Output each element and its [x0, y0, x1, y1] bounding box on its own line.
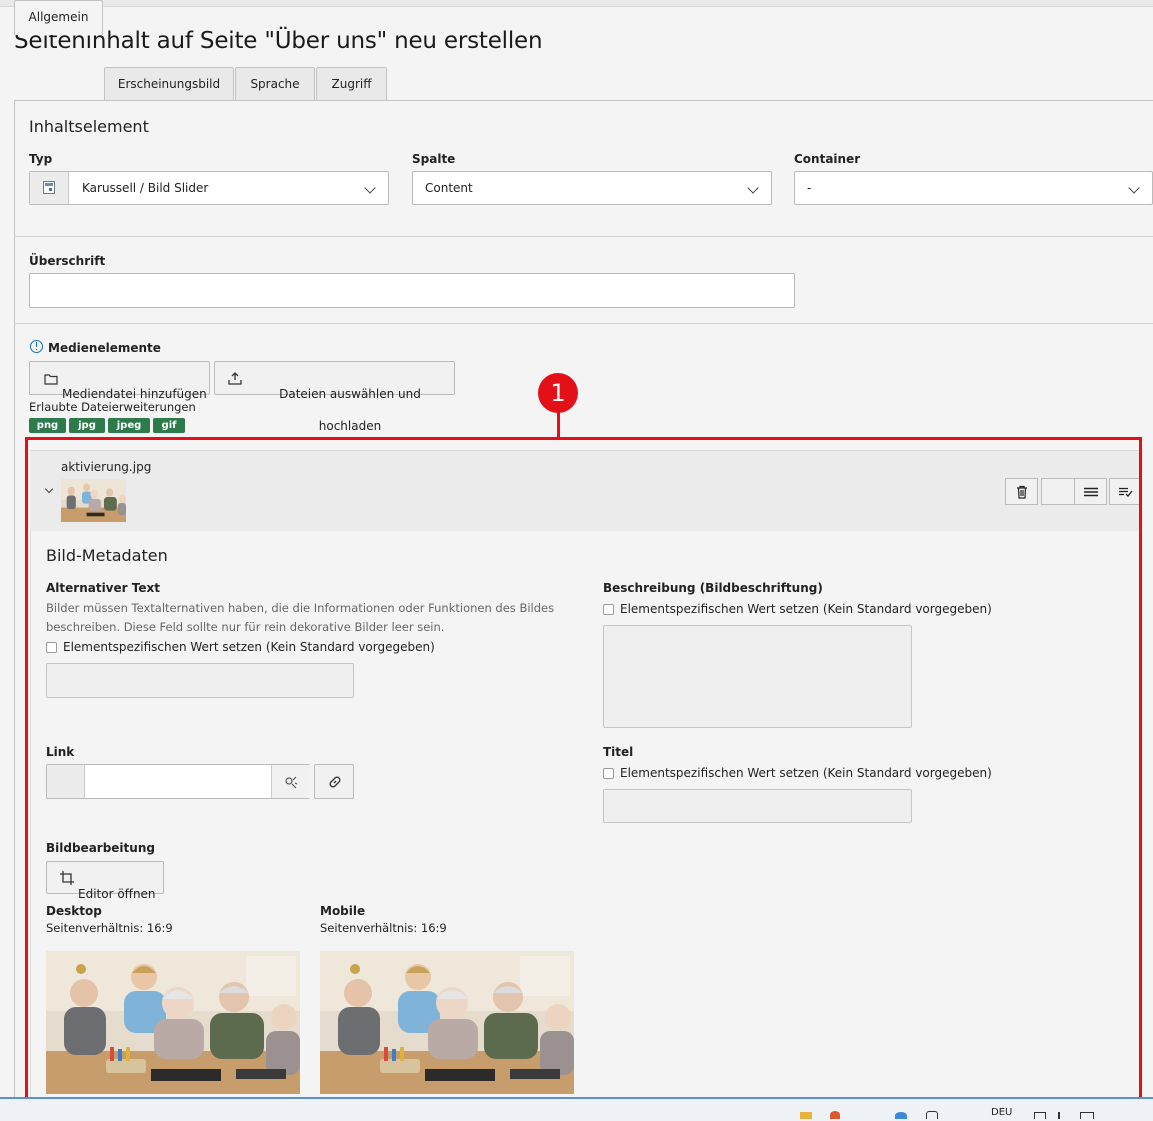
trash-icon	[1017, 485, 1027, 499]
extension-badge-png: png	[29, 418, 66, 433]
tab-erscheinungsbild[interactable]: Erscheinungsbild	[104, 67, 234, 100]
annotation-connector	[557, 410, 560, 438]
heading-label: Überschrift	[29, 254, 106, 268]
typ-icon-box	[30, 172, 69, 204]
open-editor-button[interactable]: Editor öffnen	[46, 861, 164, 901]
extension-badge-jpg: jpg	[69, 418, 105, 433]
caption-override-label: Elementspezifischen Wert setzen (Kein St…	[620, 602, 992, 616]
display-icon[interactable]	[1034, 1112, 1046, 1119]
heading-input[interactable]	[29, 273, 795, 308]
info-icon	[30, 340, 43, 353]
titel-label: Titel	[603, 745, 634, 759]
titel-override-checkbox[interactable]	[603, 768, 614, 779]
typ-label: Typ	[29, 152, 53, 166]
titel-input[interactable]	[603, 789, 912, 823]
caption-label: Beschreibung (Bildbeschriftung)	[603, 581, 823, 595]
network-icon[interactable]	[1080, 1112, 1094, 1119]
link-label: Link	[46, 745, 75, 759]
upload-files-button[interactable]: Dateien auswählen und hochladen	[214, 361, 455, 433]
chevron-down-icon	[364, 182, 376, 194]
titel-override-label: Elementspezifischen Wert setzen (Kein St…	[620, 766, 992, 780]
top-bar	[0, 0, 1153, 7]
spalte-select[interactable]: Content	[412, 171, 772, 205]
link-field[interactable]	[46, 764, 310, 799]
keyboard-language[interactable]: DEU	[991, 1107, 1012, 1118]
spalte-select-value: Content	[425, 181, 473, 195]
chat-icon[interactable]	[926, 1111, 938, 1119]
panel-border	[14, 100, 15, 1100]
mobile-crop-preview	[320, 951, 574, 1094]
caption-override[interactable]: Elementspezifischen Wert setzen (Kein St…	[603, 602, 992, 616]
link-icon	[329, 776, 341, 788]
alt-text-override-checkbox[interactable]	[46, 642, 57, 653]
carousel-icon	[43, 181, 55, 194]
divider	[14, 323, 1153, 324]
tab-divider	[14, 100, 1153, 101]
metadata-title: Bild-Metadaten	[46, 546, 168, 565]
typ-select-value: Karussell / Bild Slider	[82, 181, 209, 195]
extension-badge-jpeg: jpeg	[108, 418, 150, 433]
spalte-label: Spalte	[412, 152, 456, 166]
alt-text-label: Alternativer Text	[46, 581, 160, 595]
extension-badge-gif: gif	[153, 418, 185, 433]
chevron-down-icon	[747, 182, 759, 194]
link-clear-button[interactable]	[271, 765, 310, 798]
section-title-inhaltselement: Inhaltselement	[29, 117, 149, 136]
alt-text-input[interactable]	[46, 663, 354, 698]
container-label: Container	[794, 152, 861, 166]
link-browser-button[interactable]	[314, 764, 354, 799]
add-media-button[interactable]: Mediendatei hinzufügen	[29, 361, 210, 401]
folder-icon	[44, 374, 58, 385]
container-select[interactable]: -	[794, 171, 1153, 205]
info-toggle-button[interactable]	[1109, 478, 1140, 505]
file-reference-header[interactable]: aktivierung.jpg	[30, 450, 1140, 532]
crop-icon	[60, 871, 74, 885]
chevron-down-icon[interactable]	[44, 484, 54, 494]
alt-text-override-label: Elementspezifischen Wert setzen (Kein St…	[63, 640, 435, 654]
tab-zugriff[interactable]: Zugriff	[316, 67, 387, 100]
desktop-label: Desktop	[46, 904, 102, 918]
link-off-icon	[285, 776, 298, 789]
link-addon	[47, 765, 85, 798]
speaker-icon[interactable]	[1058, 1112, 1069, 1119]
media-label: Medienelemente	[48, 341, 161, 355]
chevron-down-icon	[1128, 182, 1140, 194]
taskbar	[0, 1097, 1153, 1121]
file-name: aktivierung.jpg	[61, 460, 152, 474]
annotation-marker: 1	[538, 373, 578, 413]
delete-button[interactable]	[1005, 478, 1038, 505]
allowed-extensions-label: Erlaubte Dateierweiterungen	[29, 400, 196, 414]
browser-icon[interactable]	[895, 1112, 907, 1119]
bars-icon	[1084, 487, 1098, 497]
mobile-ratio: Seitenverhältnis: 16:9	[320, 921, 447, 935]
caption-textarea[interactable]	[603, 625, 912, 728]
upload-icon	[228, 372, 242, 385]
alt-text-description: Bilder müssen Textalternativen haben, di…	[46, 601, 555, 634]
image-editing-label: Bildbearbeitung	[46, 841, 155, 855]
mobile-label: Mobile	[320, 904, 366, 918]
upload-files-button-label: Dateien auswählen und hochladen	[279, 387, 421, 433]
folder-icon[interactable]	[800, 1112, 812, 1119]
app-icon[interactable]	[830, 1111, 840, 1119]
tab-allgemein[interactable]: Allgemein	[14, 0, 103, 35]
caption-override-checkbox[interactable]	[603, 604, 614, 615]
list-check-icon	[1119, 487, 1133, 497]
tab-sprache[interactable]: Sprache	[235, 67, 315, 100]
drag-handle-button[interactable]	[1074, 478, 1107, 505]
desktop-ratio: Seitenverhältnis: 16:9	[46, 921, 173, 935]
typ-select[interactable]: Karussell / Bild Slider	[29, 171, 389, 205]
container-select-value: -	[807, 181, 812, 195]
divider	[14, 236, 1153, 237]
file-thumbnail	[61, 479, 126, 522]
visibility-toggle-button[interactable]	[1041, 478, 1075, 505]
desktop-crop-preview	[46, 951, 300, 1094]
alt-text-override[interactable]: Elementspezifischen Wert setzen (Kein St…	[46, 640, 435, 654]
titel-override[interactable]: Elementspezifischen Wert setzen (Kein St…	[603, 766, 992, 780]
